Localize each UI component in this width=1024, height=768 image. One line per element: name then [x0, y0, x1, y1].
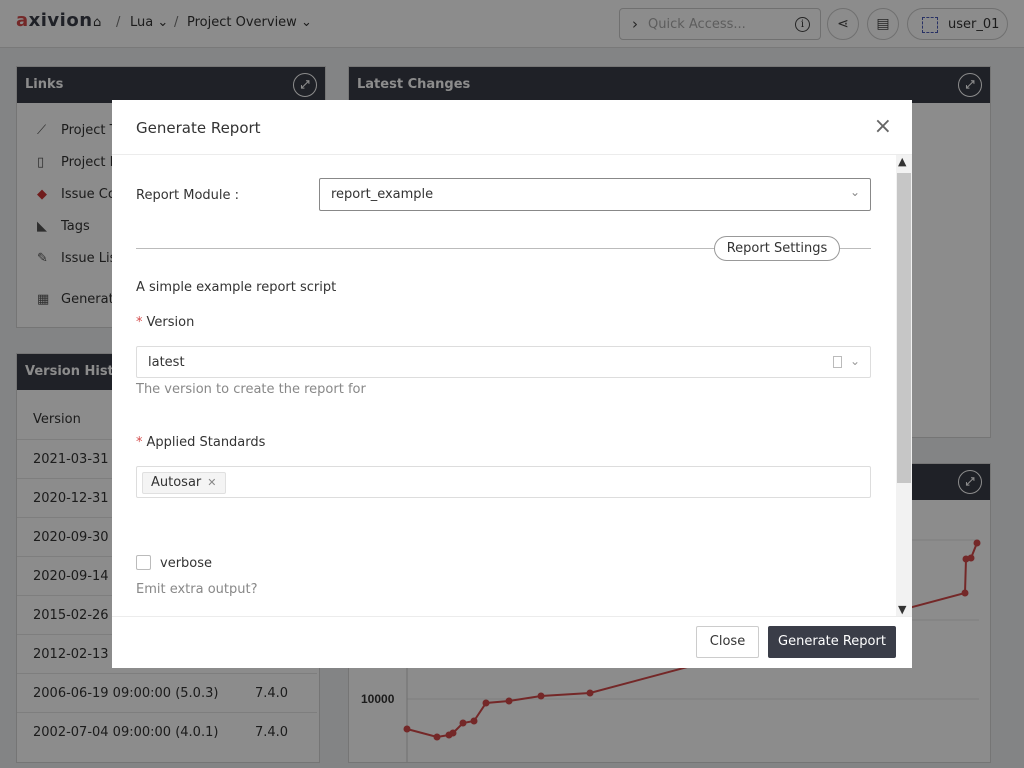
divider: [112, 616, 912, 617]
applied-standards-multiselect[interactable]: Autosar ✕: [136, 466, 871, 498]
generate-report-button[interactable]: Generate Report: [768, 626, 896, 658]
report-settings-label: Report Settings: [714, 236, 840, 261]
report-module-label: Report Module :: [136, 188, 240, 203]
standard-tag-autosar: Autosar ✕: [142, 472, 226, 494]
version-label: * Version: [136, 315, 195, 330]
verbose-label: verbose: [160, 556, 213, 571]
required-marker: *: [136, 315, 143, 330]
close-icon[interactable]: ×: [874, 116, 892, 138]
chevron-down-icon: ⌄: [849, 354, 860, 368]
applied-standards-label: * Applied Standards: [136, 435, 266, 450]
remove-tag-icon[interactable]: ✕: [207, 476, 216, 489]
version-hint: The version to create the report for: [136, 382, 366, 397]
generate-report-dialog: Generate Report × Report Module : report…: [112, 100, 912, 668]
report-module-select[interactable]: report_example ⌄: [319, 178, 871, 211]
scroll-up-icon[interactable]: ▲: [898, 155, 906, 168]
dialog-body: Report Module : report_example ⌄ Report …: [112, 155, 912, 616]
version-select[interactable]: latest ⌄: [136, 346, 871, 378]
required-marker: *: [136, 435, 143, 450]
chevron-down-icon: ⌄: [849, 185, 860, 199]
dialog-scrollbar[interactable]: ▲ ▼: [896, 155, 912, 616]
verbose-checkbox[interactable]: [136, 555, 151, 570]
report-module-value: report_example: [331, 187, 434, 202]
dialog-title: Generate Report: [136, 119, 261, 137]
report-description: A simple example report script: [136, 280, 337, 295]
verbose-hint: Emit extra output?: [136, 582, 258, 597]
scrollbar-thumb[interactable]: [897, 173, 911, 483]
scroll-down-icon[interactable]: ▼: [898, 603, 906, 616]
version-value: latest: [148, 355, 185, 370]
clipboard-icon: [833, 356, 842, 368]
close-button[interactable]: Close: [696, 626, 759, 658]
